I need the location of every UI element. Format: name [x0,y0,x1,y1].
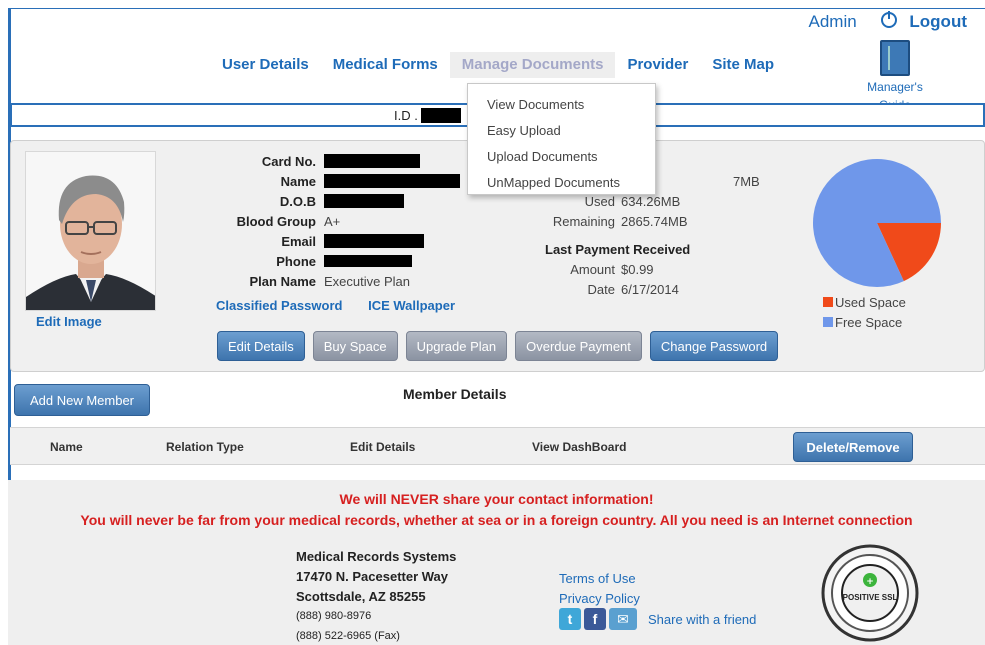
nav-medical-forms[interactable]: Medical Forms [321,52,450,78]
last-payment-title: Last Payment Received [545,241,691,257]
column-edit-details: Edit Details [350,440,416,454]
book-icon [880,40,910,76]
redacted-value [324,154,420,168]
legend-free-space: Free Space [823,312,906,332]
payment-date-row: Date 6/17/2014 [587,281,679,297]
redacted-value [324,255,412,267]
svg-text:+: + [866,577,874,587]
company-name: Medical Records Systems [296,548,457,564]
menu-item-easy-upload[interactable]: Easy Upload [468,117,655,143]
menu-item-upload-documents[interactable]: Upload Documents [468,143,655,169]
privacy-policy-link[interactable]: Privacy Policy [559,588,640,608]
twitter-icon[interactable]: t [559,608,581,630]
facebook-icon[interactable]: f [584,608,606,630]
storage-remaining-row: Remaining 2865.74MB [552,213,688,229]
nav-provider[interactable]: Provider [615,52,700,78]
plan-name-value: Executive Plan [324,273,410,289]
field-email: Email [191,231,460,251]
top-links: Admin Logout [798,11,967,32]
logout-link[interactable]: Logout [871,11,967,31]
column-view-dashboard: View DashBoard [532,440,627,454]
pie-legend: Used Space Free Space [823,292,906,332]
logout-label: Logout [909,12,967,31]
overdue-payment-button[interactable]: Overdue Payment [515,331,642,361]
phone-number: (888) 980-8976 [296,610,372,622]
member-details-title: Member Details [403,386,507,402]
storage-pie-chart [813,159,941,287]
terms-of-use-link[interactable]: Terms of Use [559,568,640,588]
member-table-header: Name Relation Type Edit Details View Das… [10,427,985,465]
column-relation-type: Relation Type [166,440,244,454]
id-label: I.D . [394,108,462,123]
edit-details-button[interactable]: Edit Details [217,331,305,361]
fax-number: (888) 522-6965 (Fax) [296,630,400,642]
power-icon [881,11,898,28]
field-blood-group: Blood Group A+ [236,213,341,229]
person-photo-image [26,152,155,310]
nav-site-map[interactable]: Site Map [700,52,786,78]
payment-amount-row: Amount $0.99 [570,261,654,277]
edit-image-link[interactable]: Edit Image [36,314,102,329]
redacted-value [324,174,460,188]
change-password-button[interactable]: Change Password [649,331,779,361]
address-city: Scottsdale, AZ 85255 [296,588,426,604]
profile-photo [25,151,156,311]
nav-manage-documents[interactable]: Manage Documents [449,52,616,78]
redacted-value [324,234,424,248]
menu-item-unmapped-documents[interactable]: UnMapped Documents [468,169,655,195]
profile-links: Classified Password ICE Wallpaper [216,298,477,313]
field-phone: Phone [191,251,460,271]
legend-swatch-used [823,297,833,307]
footer: We will NEVER share your contact informa… [8,480,985,645]
legend-used-space: Used Space [823,292,906,312]
redacted-id [421,108,462,123]
nav-user-details[interactable]: User Details [210,52,321,78]
buy-space-button[interactable]: Buy Space [312,331,398,361]
manage-documents-dropdown: View Documents Easy Upload Upload Docume… [467,83,656,195]
field-name: Name [191,171,460,191]
classified-password-link[interactable]: Classified Password [216,298,342,313]
share-with-friend-link[interactable]: Share with a friend [648,612,756,627]
ssl-seal-icon: + POSITIVE SSL [821,544,919,642]
admin-link[interactable]: Admin [808,12,856,31]
company-address: Medical Records Systems 17470 N. Paceset… [296,546,456,645]
field-card-no: Card No. [191,151,460,171]
field-dob: D.O.B [191,191,460,211]
ice-wallpaper-link[interactable]: ICE Wallpaper [368,298,455,313]
privacy-warning: We will NEVER share your contact informa… [339,491,654,507]
social-share: t f ✉ Share with a friend [559,608,756,630]
profile-fields: Card No. Name D.O.B Blood Group A+ Email … [191,151,460,291]
profile-button-row: Edit Details Buy Space Upgrade Plan Over… [217,331,786,361]
upgrade-plan-button[interactable]: Upgrade Plan [405,331,508,361]
ssl-label: POSITIVE SSL [843,593,898,602]
delete-remove-button[interactable]: Delete/Remove [793,432,913,462]
menu-item-view-documents[interactable]: View Documents [468,91,655,117]
address-street: 17470 N. Pacesetter Way [296,568,449,584]
main-nav: User Details Medical Forms Manage Docume… [210,52,786,78]
blood-group-value: A+ [324,213,341,229]
legend-swatch-free [823,317,833,327]
footer-links: Terms of Use Privacy Policy [559,568,640,608]
column-name: Name [50,440,83,454]
redacted-value [324,194,404,208]
field-plan-name: Plan Name Executive Plan [249,273,410,289]
access-message: You will never be far from your medical … [80,512,913,528]
add-new-member-button[interactable]: Add New Member [14,384,150,416]
email-icon[interactable]: ✉ [609,608,637,630]
